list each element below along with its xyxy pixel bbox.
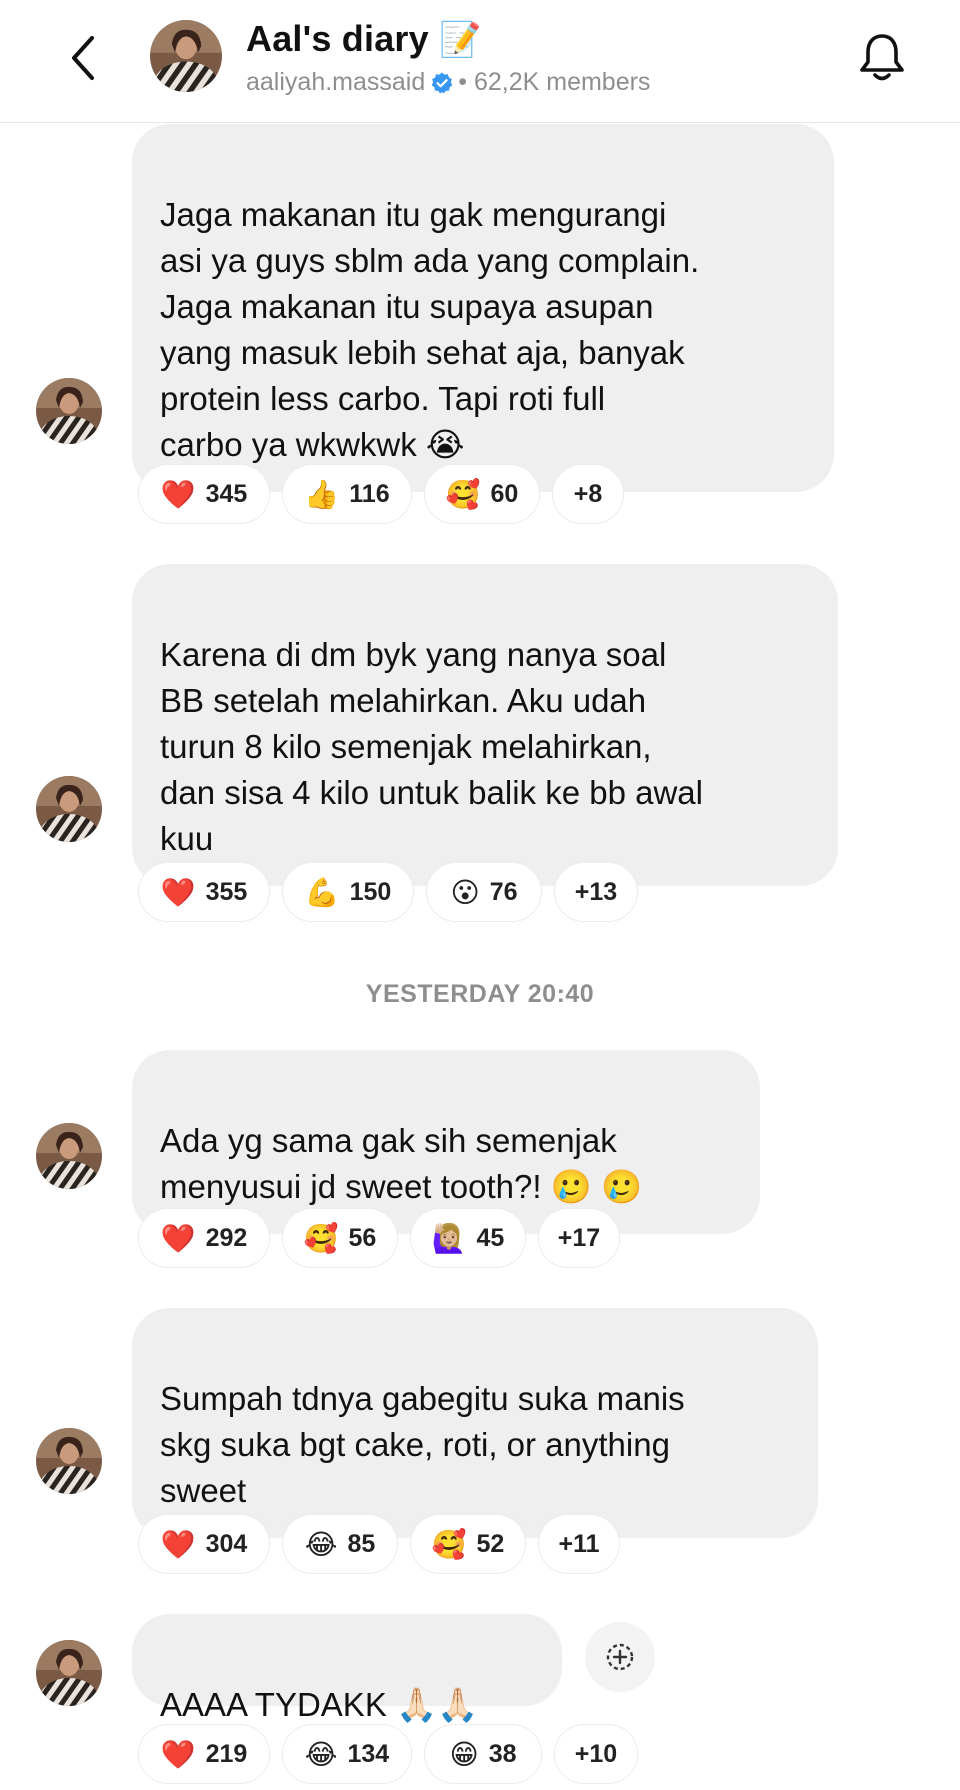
reaction-count: 85 [347,1529,376,1558]
channel-username[interactable]: aaliyah.massaid [246,68,425,97]
reaction-emoji: 😮 [450,876,480,908]
more-reactions-pill[interactable]: +10 [554,1724,638,1784]
bell-icon [860,34,904,81]
reaction-bar: ❤️ 292 🥰 56 🙋🏼‍♀️ 45 +17 [138,1208,620,1268]
more-reactions-pill[interactable]: +17 [538,1208,620,1268]
channel-avatar[interactable] [150,20,222,92]
back-button[interactable] [58,26,110,90]
reaction-pill[interactable]: ❤️ 345 [138,464,270,524]
reaction-emoji: ❤️ [160,1222,196,1254]
reaction-count: 76 [489,877,518,906]
sender-avatar[interactable] [36,378,102,444]
reaction-emoji: 😂 [304,1738,338,1770]
reaction-bar: ❤️ 345 👍 116 🥰 60 +8 [138,464,624,524]
reaction-emoji: 😁 [449,1738,479,1770]
sender-avatar[interactable] [36,1428,102,1494]
reaction-pill[interactable]: 🙋🏼‍♀️ 45 [410,1208,526,1268]
reaction-pill[interactable]: 😁 38 [424,1724,542,1784]
sender-avatar[interactable] [36,1640,102,1706]
reaction-count: +8 [573,479,603,508]
memo-emoji: 📝 [439,21,482,59]
reaction-bar: ❤️ 304 😂 85 🥰 52 +11 [138,1514,620,1574]
channel-subtitle: aaliyah.massaid • 62,2K members [246,68,650,97]
reaction-count: 134 [347,1739,390,1768]
notifications-button[interactable] [856,30,908,86]
more-reactions-pill[interactable]: +13 [554,862,638,922]
chat-header: Aal's diary 📝 aaliyah.massaid • 62,2K me… [0,0,960,123]
reaction-pill[interactable]: 🥰 56 [282,1208,398,1268]
reaction-pill[interactable]: ❤️ 355 [138,862,270,922]
reaction-pill[interactable]: ❤️ 292 [138,1208,270,1268]
message-bubble[interactable]: Sumpah tdnya gabegitu suka manis skg suk… [132,1308,818,1538]
message-bubble[interactable]: AAAA TYDAKK 🙏🏻🙏🏻 [132,1614,562,1723]
reaction-count: +17 [557,1223,601,1252]
more-reactions-pill[interactable]: +11 [538,1514,620,1574]
message-text: Jaga makanan itu gak mengurangi asi ya g… [160,196,700,463]
more-reactions-pill[interactable]: +8 [552,464,624,524]
reaction-count: 292 [205,1223,248,1252]
channel-title-text: Aal's diary [246,18,429,59]
reaction-emoji: 😂 [304,1528,338,1560]
reaction-emoji: 🥰 [445,478,481,510]
add-reaction-button[interactable] [585,1622,655,1692]
member-count: • 62,2K members [458,68,651,96]
reaction-pill[interactable]: ❤️ 219 [138,1724,270,1784]
reaction-count: +11 [558,1529,600,1558]
reaction-pill[interactable]: ❤️ 304 [138,1514,270,1574]
reaction-pill[interactable]: 👍 116 [282,464,412,524]
reaction-count: 52 [476,1529,505,1558]
reaction-bar: ❤️ 219 😂 134 😁 38 +10 [138,1724,638,1784]
message-bubble[interactable]: Karena di dm byk yang nanya soal BB sete… [132,564,838,886]
message-bubble[interactable]: Ada yg sama gak sih semenjak menyusui jd… [132,1050,760,1234]
reaction-emoji: ❤️ [160,876,196,908]
sender-avatar[interactable] [36,1123,102,1189]
reaction-pill[interactable]: 🥰 52 [410,1514,526,1574]
channel-title[interactable]: Aal's diary 📝 [246,18,482,60]
reaction-bar: ❤️ 355 💪 150 😮 76 +13 [138,862,638,922]
date-divider: YESTERDAY 20:40 [365,980,595,1008]
reaction-count: +10 [574,1739,618,1768]
reaction-emoji: 🙋🏼‍♀️ [431,1222,467,1254]
reaction-emoji: ❤️ [160,478,196,510]
reaction-pill[interactable]: 🥰 60 [424,464,540,524]
reaction-count: 304 [205,1529,248,1558]
reaction-count: 60 [490,479,519,508]
reaction-pill[interactable]: 😮 76 [426,862,542,922]
chevron-left-icon [72,36,94,80]
reaction-emoji: ❤️ [160,1528,196,1560]
message-text: AAAA TYDAKK 🙏🏻🙏🏻 [160,1686,479,1723]
reaction-count: 45 [476,1223,505,1252]
add-reaction-icon [606,1643,634,1671]
reaction-count: 355 [205,877,248,906]
reaction-count: 56 [348,1223,377,1252]
reaction-pill[interactable]: 💪 150 [282,862,414,922]
message-text: Sumpah tdnya gabegitu suka manis skg suk… [160,1380,685,1509]
sender-avatar[interactable] [36,776,102,842]
message-text: Karena di dm byk yang nanya soal BB sete… [160,636,703,857]
reaction-count: 116 [349,479,390,508]
reaction-emoji: 💪 [304,876,340,908]
reaction-emoji: ❤️ [160,1738,196,1770]
reaction-count: 219 [205,1739,248,1768]
reaction-emoji: 🥰 [303,1222,339,1254]
verified-badge-icon [431,72,453,93]
reaction-count: 38 [488,1739,517,1768]
reaction-emoji: 🥰 [431,1528,467,1560]
reaction-count: +13 [574,877,618,906]
reaction-count: 150 [349,877,392,906]
reaction-pill[interactable]: 😂 134 [282,1724,412,1784]
reaction-emoji: 👍 [304,478,340,510]
reaction-count: 345 [205,479,248,508]
reaction-pill[interactable]: 😂 85 [282,1514,398,1574]
message-text: Ada yg sama gak sih semenjak menyusui jd… [160,1122,643,1205]
message-bubble[interactable]: Jaga makanan itu gak mengurangi asi ya g… [132,124,834,492]
